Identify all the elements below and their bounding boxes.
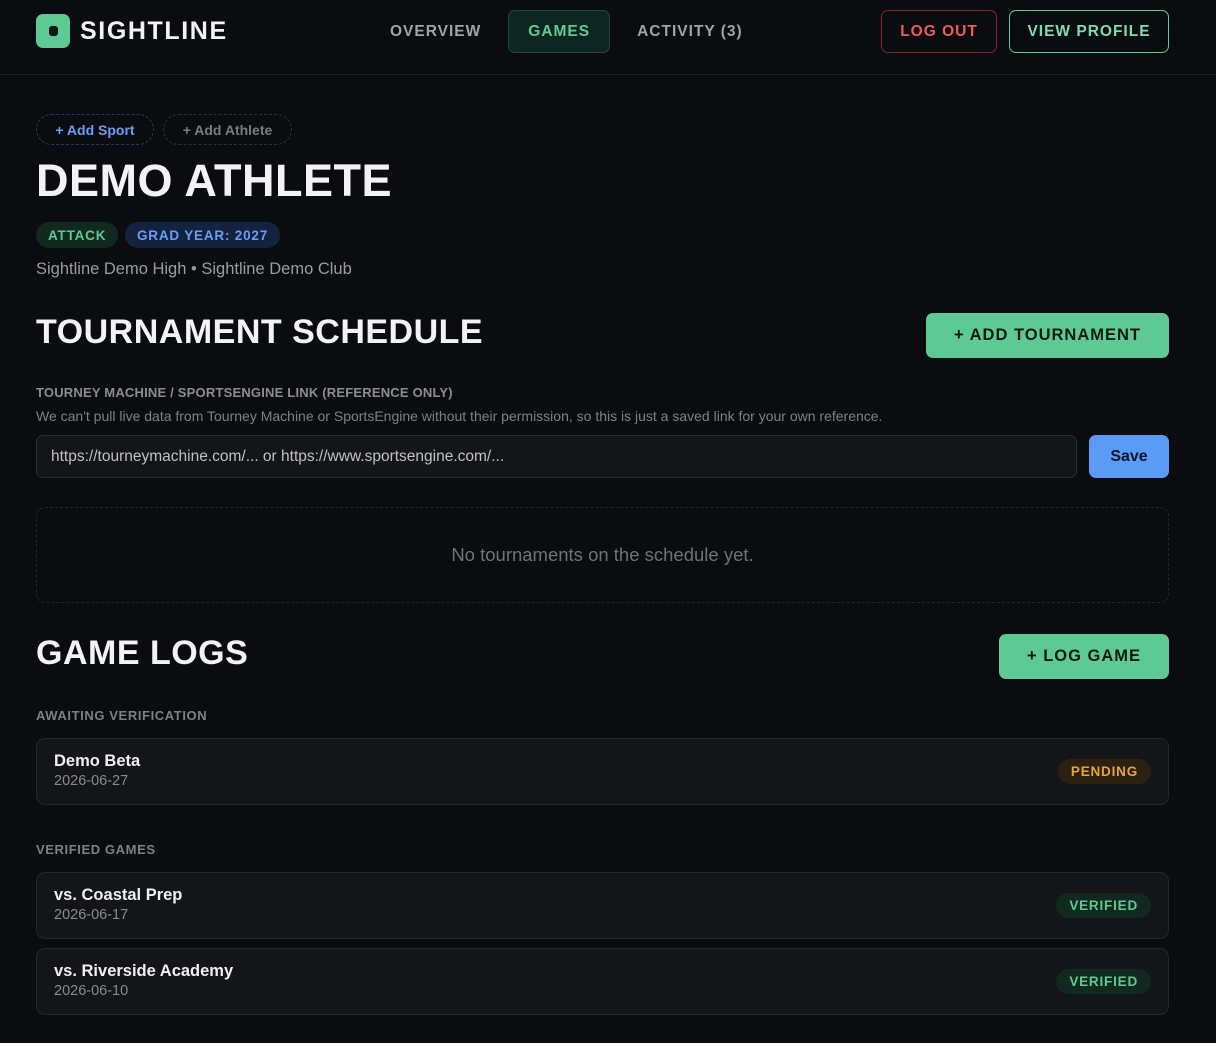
brand[interactable]: SIGHTLINE [36,14,228,48]
main-nav: OVERVIEW GAMES ACTIVITY (3) [370,10,770,53]
grad-year-badge: GRAD YEAR: 2027 [125,222,281,248]
tab-games[interactable]: GAMES [508,10,611,53]
game-logs-title: GAME LOGS [36,634,249,672]
tournament-link-input[interactable] [36,435,1077,478]
verified-games-label: VERIFIED GAMES [36,842,156,857]
awaiting-verification-label: AWAITING VERIFICATION [36,708,208,723]
athlete-schools: Sightline Demo High • Sightline Demo Clu… [36,260,352,278]
status-badge: PENDING [1057,759,1151,784]
add-athlete-button[interactable]: + Add Athlete [163,114,292,145]
brand-name: SIGHTLINE [80,16,228,45]
logout-button[interactable]: LOG OUT [881,10,997,53]
athlete-name: DEMO ATHLETE [36,155,392,206]
game-date: 2026-06-10 [54,983,129,999]
status-badge: VERIFIED [1056,969,1151,994]
empty-state-text: No tournaments on the schedule yet. [451,544,754,565]
game-card[interactable]: vs. Riverside Academy 2026-06-10 VERIFIE… [36,948,1169,1015]
game-date: 2026-06-17 [54,907,129,923]
status-badge: VERIFIED [1056,893,1151,918]
brand-logo-icon [36,14,70,48]
view-profile-button[interactable]: VIEW PROFILE [1009,10,1169,53]
link-field-label: TOURNEY MACHINE / SPORTSENGINE LINK (REF… [36,385,453,400]
position-badge: ATTACK [36,222,119,248]
save-link-button[interactable]: Save [1089,435,1169,478]
tab-activity[interactable]: ACTIVITY (3) [617,10,763,53]
game-date: 2026-06-27 [54,773,129,789]
tournament-empty-state: No tournaments on the schedule yet. [36,507,1169,603]
tournament-schedule-title: TOURNAMENT SCHEDULE [36,313,484,351]
add-tournament-button[interactable]: + ADD TOURNAMENT [926,313,1169,358]
add-sport-button[interactable]: + Add Sport [36,114,154,145]
game-title: vs. Coastal Prep [54,886,183,904]
game-card[interactable]: vs. Coastal Prep 2026-06-17 VERIFIED [36,872,1169,939]
game-title: Demo Beta [54,752,141,770]
top-nav-bar: SIGHTLINE OVERVIEW GAMES ACTIVITY (3) LO… [0,0,1216,75]
tab-overview[interactable]: OVERVIEW [370,10,501,53]
log-game-button[interactable]: + LOG GAME [999,634,1169,679]
link-help-text: We can't pull live data from Tourney Mac… [36,408,883,424]
game-card[interactable]: Demo Beta 2026-06-27 PENDING [36,738,1169,805]
game-title: vs. Riverside Academy [54,962,234,980]
